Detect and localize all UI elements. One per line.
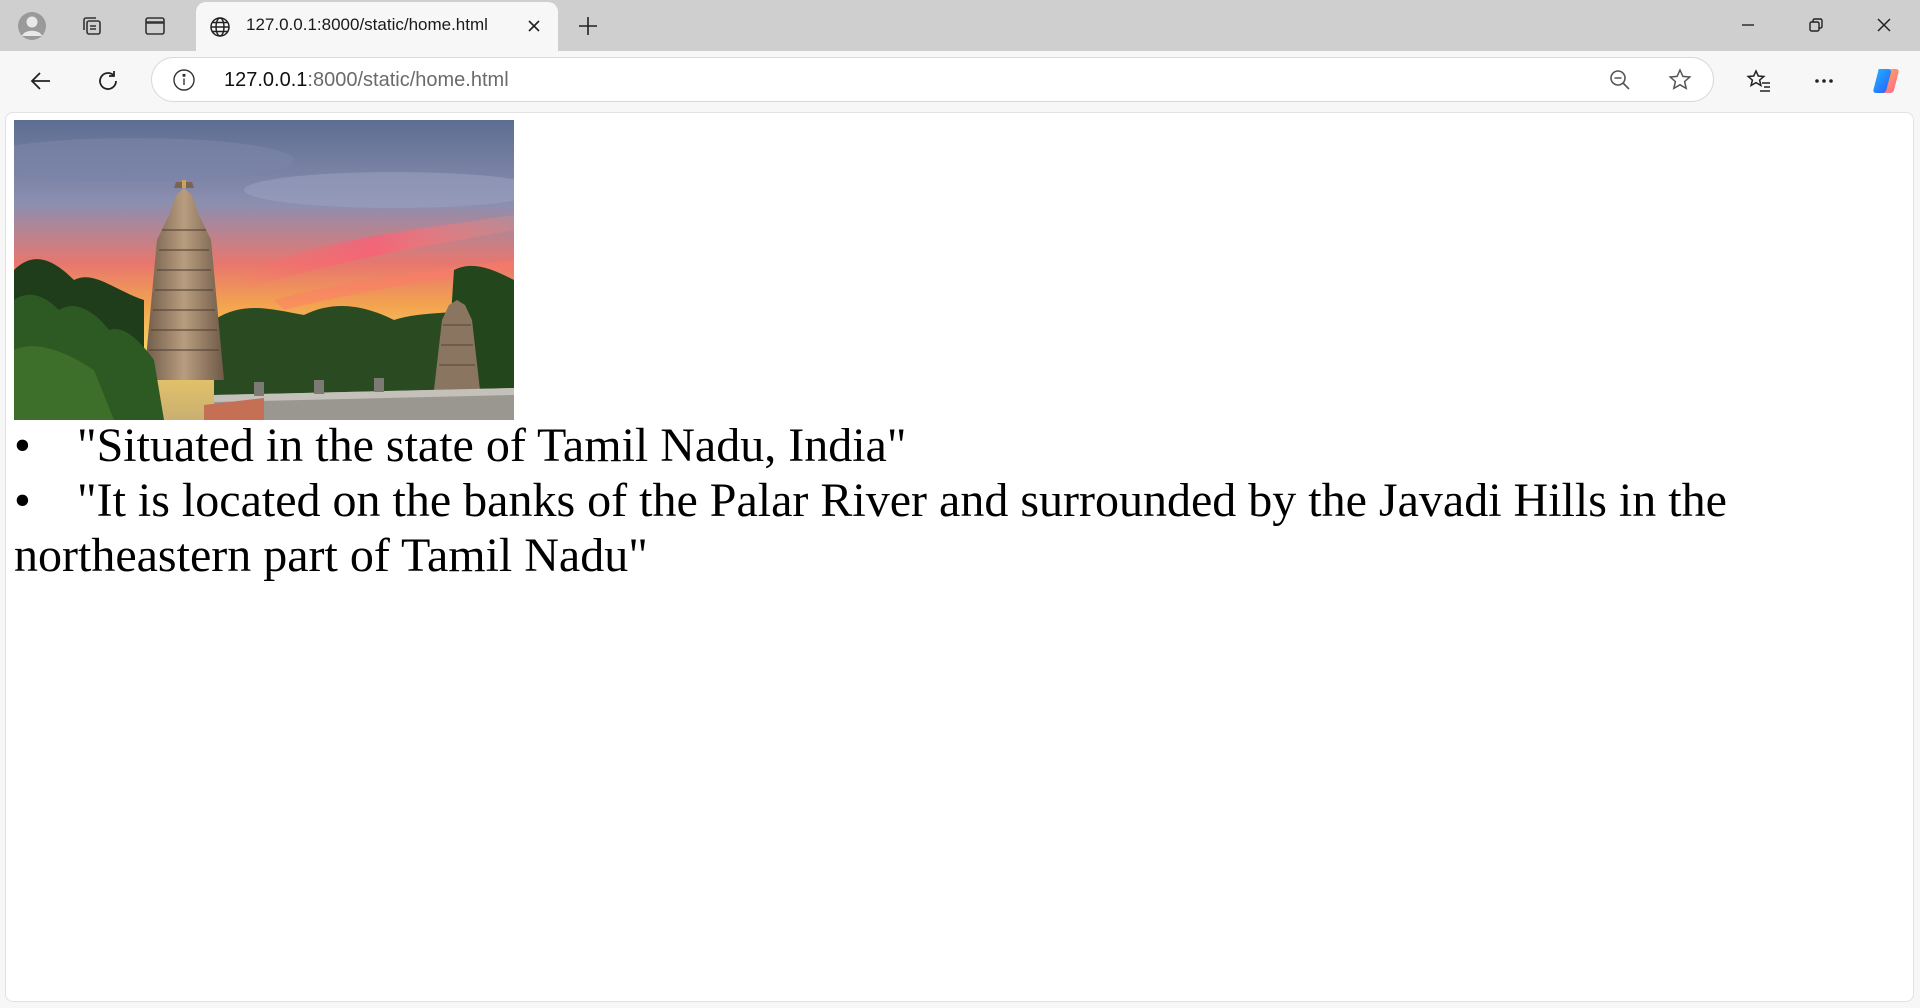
close-icon[interactable] [522, 14, 546, 38]
bullet: • [14, 419, 31, 472]
plus-icon[interactable] [570, 8, 606, 44]
active-tab[interactable]: 127.0.0.1:8000/static/home.html [196, 2, 558, 51]
star-icon[interactable] [1664, 64, 1696, 96]
globe-icon [208, 15, 232, 39]
list-item-text: "Situated in the state of Tamil Nadu, In… [77, 419, 907, 472]
vertical-tabs-icon[interactable] [137, 8, 173, 44]
minimize-icon[interactable] [1714, 4, 1782, 46]
refresh-icon[interactable] [89, 62, 127, 100]
tab-strip: 127.0.0.1:8000/static/home.html [0, 0, 1920, 51]
address-bar[interactable]: 127.0.0.1:8000/static/home.html [151, 57, 1714, 102]
list-item-text: "It is located on the banks of the Palar… [14, 474, 1727, 582]
url-host: 127.0.0.1 [224, 69, 308, 91]
info-icon[interactable] [172, 68, 196, 92]
url-text[interactable]: 127.0.0.1:8000/static/home.html [224, 69, 509, 92]
temple-image [6, 120, 544, 420]
browser-window: 127.0.0.1:8000/static/home.html 127.0.0.… [0, 0, 1920, 1008]
favorites-icon[interactable] [1740, 62, 1778, 100]
close-window-icon[interactable] [1850, 4, 1918, 46]
bullet: • [14, 474, 31, 527]
list-item: • "Situated in the state of Tamil Nadu, I… [14, 418, 1894, 473]
profile-avatar-icon[interactable] [14, 8, 50, 44]
page-viewport: • "Situated in the state of Tamil Nadu, I… [5, 112, 1914, 1002]
copilot-icon[interactable] [1867, 62, 1905, 100]
zoom-out-icon[interactable] [1604, 64, 1636, 96]
list-item: • "It is located on the banks of the Pala… [14, 473, 1894, 583]
info-list: • "Situated in the state of Tamil Nadu, I… [14, 418, 1894, 583]
back-arrow-icon[interactable] [22, 62, 60, 100]
restore-icon[interactable] [1782, 4, 1850, 46]
url-path: :8000/static/home.html [307, 69, 509, 91]
toolbar: 127.0.0.1:8000/static/home.html [0, 51, 1920, 110]
workspaces-icon[interactable] [74, 8, 110, 44]
tab-title: 127.0.0.1:8000/static/home.html [246, 15, 488, 34]
more-icon[interactable] [1805, 62, 1843, 100]
